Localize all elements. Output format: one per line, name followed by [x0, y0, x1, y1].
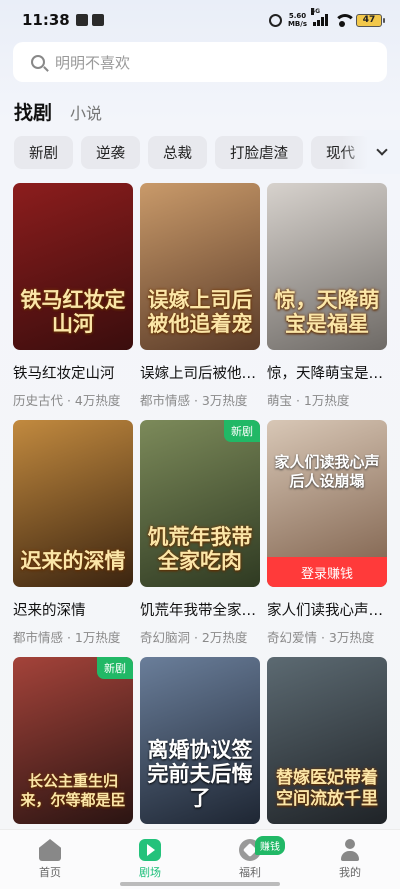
drama-title[interactable]: 惊，天降萌宝是福星 — [267, 362, 387, 383]
new-drama-badge: 新剧 — [224, 420, 260, 442]
poster-title-art: 饥荒年我带全家吃肉 — [147, 524, 253, 573]
drama-title[interactable]: 家人们读我心声后人设崩塌 — [267, 599, 387, 620]
poster-title-art: 长公主重生归来，尔等都是臣 — [20, 772, 126, 809]
drama-poster[interactable]: 饥荒年我带全家吃肉 新剧 — [140, 420, 260, 587]
chip-ceo[interactable]: 总裁 — [148, 136, 207, 169]
drama-poster[interactable]: 铁马红妆定山河 — [13, 183, 133, 350]
poster-title-art: 铁马红妆定山河 — [20, 287, 126, 336]
drama-poster[interactable]: 迟来的深情 — [13, 420, 133, 587]
search-icon — [31, 55, 45, 69]
battery-icon: 47 — [356, 13, 385, 27]
home-icon — [39, 839, 61, 861]
new-drama-badge: 新剧 — [97, 657, 133, 679]
tab-novel[interactable]: 小说 — [70, 100, 102, 124]
poster-title-art: 家人们读我心声后人设崩塌 — [274, 453, 380, 490]
drama-title[interactable]: 铁马红妆定山河 — [13, 362, 133, 383]
poster-title-art: 误嫁上司后被他追着宠 — [147, 287, 253, 336]
drama-poster[interactable]: 惊，天降萌宝是福星 — [267, 183, 387, 350]
drama-card[interactable]: 铁马红妆定山河 铁马红妆定山河 历史古代 · 4万热度 — [13, 183, 133, 420]
status-bar: 11:38 5.60 MB/s 5G 47 — [0, 0, 400, 40]
expand-categories-button[interactable] — [342, 130, 400, 174]
drama-meta: 奇幻爱情 · 3万热度 — [267, 630, 375, 645]
status-time: 11:38 — [22, 11, 70, 29]
drama-poster[interactable]: 家人们读我心声后人设崩塌 登录赚钱 — [267, 420, 387, 587]
login-earn-button[interactable]: 登录赚钱 — [267, 557, 387, 587]
profile-icon — [339, 839, 361, 861]
nav-welfare[interactable]: 福利 — [200, 830, 300, 889]
drama-card[interactable]: 饥荒年我带全家吃肉 新剧 饥荒年我带全家吃肉 奇幻脑洞 · 2万热度 — [140, 420, 260, 657]
search-input[interactable]: 明明不喜欢 — [55, 52, 130, 73]
poster-title-art: 离婚协议签完前夫后悔了 — [147, 737, 253, 810]
alarm-icon — [268, 13, 282, 27]
search-bar[interactable]: 明明不喜欢 — [13, 42, 387, 82]
drama-meta: 历史古代 · 4万热度 — [13, 393, 121, 408]
drama-card[interactable]: 惊，天降萌宝是福星 惊，天降萌宝是福星 萌宝 · 1万热度 — [267, 183, 387, 420]
chip-comeback[interactable]: 逆袭 — [81, 136, 140, 169]
tab-find-drama[interactable]: 找剧 — [14, 98, 52, 125]
poster-title-art: 惊，天降萌宝是福星 — [274, 287, 380, 336]
drama-grid: 铁马红妆定山河 铁马红妆定山河 历史古代 · 4万热度 误嫁上司后被他追着宠 误… — [13, 183, 387, 889]
bottom-nav: 首页 剧场 福利 我的 赚钱 — [0, 829, 400, 889]
drama-poster[interactable]: 长公主重生归来，尔等都是臣 新剧 — [13, 657, 133, 824]
poster-title-art: 替嫁医妃带着空间流放千里 — [276, 768, 378, 809]
drama-meta: 奇幻脑洞 · 2万热度 — [140, 630, 248, 645]
network-speed: 5.60 MB/s — [287, 12, 307, 28]
app-notification-icon — [75, 14, 88, 26]
notification-icons — [75, 14, 104, 26]
drama-card[interactable]: 误嫁上司后被他追着宠 误嫁上司后被他追着宠 都市情感 · 3万热度 — [140, 183, 260, 420]
drama-meta: 萌宝 · 1万热度 — [267, 393, 350, 408]
drama-meta: 都市情感 · 3万热度 — [140, 393, 248, 408]
drama-title[interactable]: 饥荒年我带全家吃肉 — [140, 599, 260, 620]
earn-money-badge: 赚钱 — [255, 836, 285, 855]
drama-card[interactable]: 迟来的深情 迟来的深情 都市情感 · 1万热度 — [13, 420, 133, 657]
message-notification-icon — [91, 14, 104, 26]
drama-meta: 都市情感 · 1万热度 — [13, 630, 121, 645]
home-indicator — [120, 882, 280, 886]
nav-profile[interactable]: 我的 — [300, 830, 400, 889]
chip-revenge[interactable]: 打脸虐渣 — [215, 136, 303, 169]
nav-home[interactable]: 首页 — [0, 830, 100, 889]
drama-poster[interactable]: 离婚协议签完前夫后悔了 — [140, 657, 260, 824]
drama-poster[interactable]: 误嫁上司后被他追着宠 — [140, 183, 260, 350]
wifi-icon — [334, 14, 356, 27]
chevron-down-icon — [376, 144, 388, 156]
drama-title[interactable]: 误嫁上司后被他追着宠 — [140, 362, 260, 383]
theater-play-icon — [139, 839, 161, 861]
cellular-signal-icon: 5G — [311, 8, 328, 26]
drama-title[interactable]: 迟来的深情 — [13, 599, 133, 620]
drama-poster[interactable]: 替嫁医妃带着空间流放千里 — [267, 657, 387, 824]
poster-title-art: 迟来的深情 — [20, 548, 126, 573]
chip-new-drama[interactable]: 新剧 — [14, 136, 73, 169]
content-tabs: 找剧 小说 — [14, 98, 102, 125]
drama-card[interactable]: 家人们读我心声后人设崩塌 登录赚钱 家人们读我心声后人设崩塌 奇幻爱情 · 3万… — [267, 420, 387, 657]
nav-theater[interactable]: 剧场 — [100, 830, 200, 889]
